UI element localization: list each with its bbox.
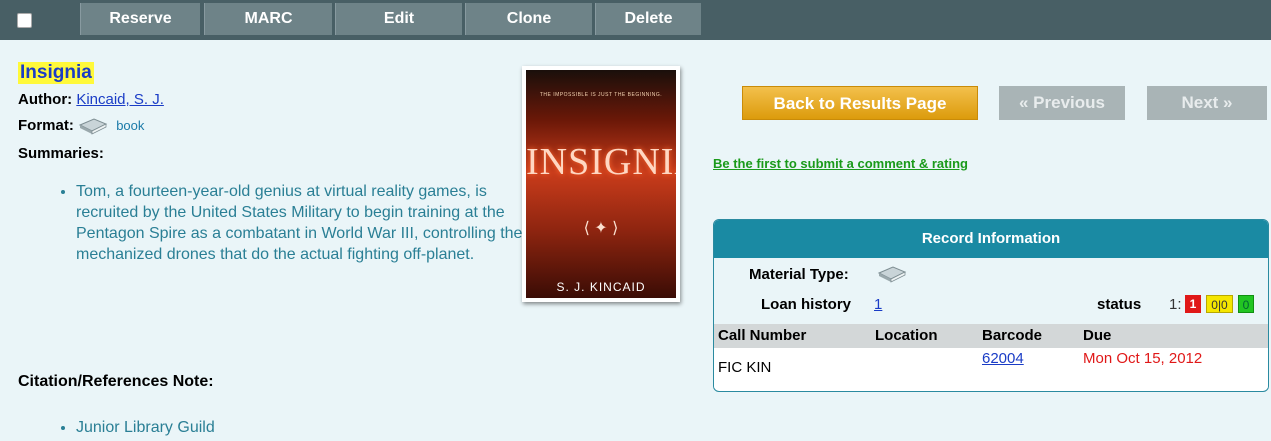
material-type-label: Material Type: xyxy=(749,266,849,283)
status-count: 1: xyxy=(1169,296,1182,313)
status-badge-red: 1 xyxy=(1185,295,1201,313)
clone-button[interactable]: Clone xyxy=(465,3,592,35)
author-link[interactable]: Kincaid, S. J. xyxy=(76,91,164,108)
record-title: Insignia xyxy=(18,62,94,84)
col-barcode: Barcode xyxy=(982,327,1043,344)
format-label: Format: xyxy=(18,116,74,134)
table-row: FIC KIN 62004 Mon Oct 15, 2012 xyxy=(714,348,1268,388)
reserve-button[interactable]: Reserve xyxy=(80,3,200,35)
col-due: Due xyxy=(1083,327,1112,344)
book-cover[interactable]: THE IMPOSSIBLE IS JUST THE BEGINNING. IN… xyxy=(522,66,680,302)
citation-list: Junior Library Guild xyxy=(36,417,215,438)
edit-button[interactable]: Edit xyxy=(335,3,462,35)
book-icon xyxy=(877,266,907,283)
author-line: Author: Kincaid, S. J. xyxy=(18,91,164,108)
citation-item: Junior Library Guild xyxy=(76,417,215,438)
col-call-number: Call Number xyxy=(718,327,807,344)
format-value-link[interactable]: book xyxy=(116,118,144,133)
next-button[interactable]: Next » xyxy=(1147,86,1267,120)
status-label: status xyxy=(1097,296,1142,313)
cover-title: INSIGNIA xyxy=(526,141,676,183)
comment-rating-link[interactable]: Be the first to submit a comment & ratin… xyxy=(713,156,968,171)
record-info-body: Material Type: Loan history 1 status 1: … xyxy=(714,258,1268,324)
back-to-results-button[interactable]: Back to Results Page xyxy=(742,86,978,120)
action-toolbar: Reserve MARC Edit Clone Delete xyxy=(0,0,1271,40)
call-number-cell: FIC KIN xyxy=(718,359,772,376)
record-info-header: Record Information xyxy=(714,220,1268,258)
barcode-link[interactable]: 62004 xyxy=(982,350,1024,367)
record-information-panel: Record Information Material Type: Loan h… xyxy=(713,219,1269,392)
summary-item: Tom, a fourteen-year-old genius at virtu… xyxy=(76,181,526,265)
status-badge-green: 0 xyxy=(1238,295,1254,313)
cover-tagline: THE IMPOSSIBLE IS JUST THE BEGINNING. xyxy=(539,92,663,98)
citation-label: Citation/References Note: xyxy=(18,373,214,390)
delete-button[interactable]: Delete xyxy=(595,3,701,35)
book-icon xyxy=(78,118,108,135)
marc-button[interactable]: MARC xyxy=(204,3,332,35)
cover-art: THE IMPOSSIBLE IS JUST THE BEGINNING. IN… xyxy=(526,70,676,298)
status-badge-yellow: 0|0 xyxy=(1206,295,1233,313)
col-location: Location xyxy=(875,327,938,344)
loan-history-label: Loan history xyxy=(761,296,852,313)
select-checkbox[interactable] xyxy=(17,13,32,28)
wings-icon: ⟨ ✦ ⟩ xyxy=(583,220,619,237)
summary-list: Tom, a fourteen-year-old genius at virtu… xyxy=(36,181,526,265)
due-date-cell: Mon Oct 15, 2012 xyxy=(1083,350,1203,367)
format-line: Format: book xyxy=(18,116,144,136)
holdings-table-header: Call Number Location Barcode Due xyxy=(714,324,1268,348)
author-label: Author: xyxy=(18,91,73,108)
summaries-label: Summaries: xyxy=(18,145,104,162)
loan-history-link[interactable]: 1 xyxy=(874,296,882,313)
cover-author: S. J. KINCAID xyxy=(556,280,646,294)
previous-button[interactable]: « Previous xyxy=(999,86,1125,120)
